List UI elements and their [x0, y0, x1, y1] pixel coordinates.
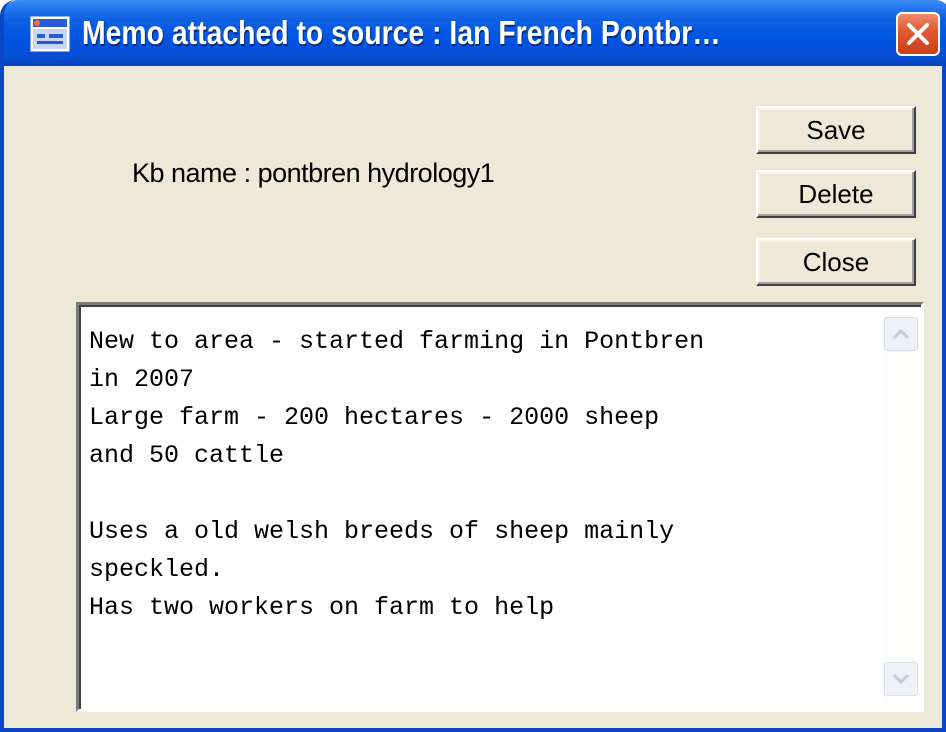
memo-text[interactable]: New to area - started farming in Pontbre… — [89, 323, 879, 627]
delete-button[interactable]: Delete — [756, 170, 916, 218]
window-app-icon — [30, 16, 70, 52]
scroll-down-button[interactable] — [884, 662, 918, 696]
save-button[interactable]: Save — [756, 106, 916, 154]
window-title: Memo attached to source : Ian French Pon… — [82, 14, 721, 51]
memo-textarea[interactable]: New to area - started farming in Pontbre… — [76, 302, 924, 712]
window-close-button[interactable] — [896, 12, 940, 56]
vertical-scrollbar[interactable] — [883, 307, 919, 707]
scroll-up-button[interactable] — [884, 317, 918, 351]
memo-dialog-window: Memo attached to source : Ian French Pon… — [0, 0, 946, 732]
close-button[interactable]: Close — [756, 238, 916, 286]
kb-name-label: Kb name : pontbren hydrology1 — [132, 158, 495, 188]
title-bar[interactable]: Memo attached to source : Ian French Pon… — [4, 0, 946, 66]
